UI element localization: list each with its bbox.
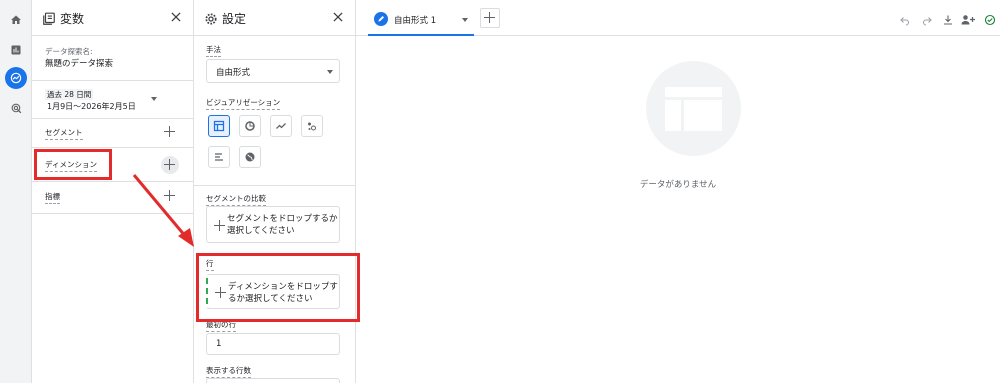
annotation-arrow bbox=[132, 174, 194, 247]
